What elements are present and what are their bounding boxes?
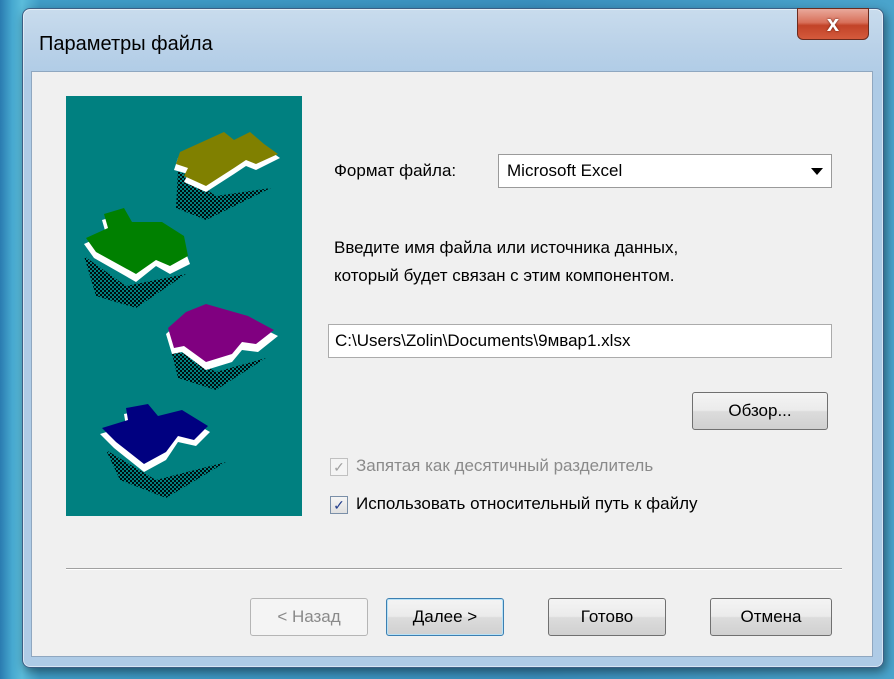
close-button[interactable]: x (797, 8, 869, 40)
checkmark-icon: ✓ (333, 458, 345, 475)
browse-button[interactable]: Обзор... (692, 392, 828, 430)
decimal-comma-checkbox[interactable]: ✓ (330, 458, 348, 476)
navy-puzzle-piece (100, 404, 226, 498)
relative-path-label: Использовать относительный путь к файлу (356, 494, 698, 513)
instruction-line-1: Введите имя файла или источника данных, (334, 238, 679, 257)
close-icon: x (826, 11, 840, 36)
file-path-input[interactable] (328, 324, 832, 358)
decimal-comma-label: Запятая как десятичный разделитель (356, 456, 654, 475)
instruction-line-2: который будет связан с этим компонентом. (334, 266, 675, 285)
footer-divider (66, 568, 842, 570)
file-format-label: Формат файла: (334, 161, 457, 180)
dialog-body: Формат файла: Microsoft Excel Введите им… (31, 71, 873, 657)
purple-puzzle-piece (166, 304, 278, 390)
green-puzzle-piece (84, 208, 190, 308)
title-bar[interactable]: Параметры файла x (23, 8, 883, 73)
cancel-button[interactable]: Отмена (710, 598, 832, 636)
olive-puzzle-piece (174, 132, 280, 220)
window-title: Параметры файла (39, 33, 213, 55)
checkmark-icon: ✓ (333, 496, 345, 513)
next-button[interactable]: Далее > (386, 598, 504, 636)
file-parameters-dialog: Параметры файла x Формат файла: Microsof… (22, 8, 884, 668)
puzzle-illustration (66, 96, 302, 516)
file-format-dropdown[interactable]: Microsoft Excel (498, 154, 832, 188)
chevron-down-icon[interactable] (811, 168, 823, 175)
relative-path-checkbox[interactable]: ✓ (330, 496, 348, 514)
puzzle-illustration-graphic (84, 132, 280, 498)
file-format-value: Microsoft Excel (507, 161, 623, 180)
back-button[interactable]: < Назад (250, 598, 368, 636)
finish-button[interactable]: Готово (548, 598, 666, 636)
